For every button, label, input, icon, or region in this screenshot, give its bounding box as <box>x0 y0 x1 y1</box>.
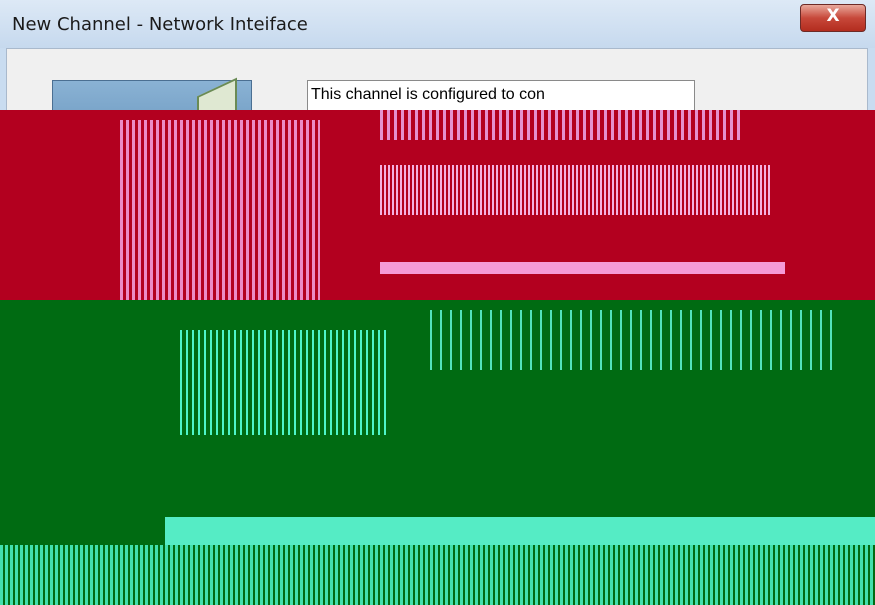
render-corruption-red <box>0 110 875 328</box>
corruption-pixels <box>380 110 740 140</box>
corruption-pixels <box>380 262 785 274</box>
close-button[interactable]: X <box>800 4 866 32</box>
corruption-pixels <box>380 165 770 215</box>
corruption-pixels <box>430 310 840 370</box>
corruption-pixels <box>180 330 390 435</box>
corruption-pixels <box>0 545 875 605</box>
corruption-pixels <box>120 120 320 320</box>
render-corruption-green <box>0 300 875 605</box>
dialog-window: New Channel - Network Inteiface X This c… <box>0 0 875 605</box>
window-title: New Channel - Network Inteiface <box>12 14 308 35</box>
title-bar[interactable]: New Channel - Network Inteiface X <box>0 0 875 48</box>
channel-description-text: This channel is configured to con <box>311 86 545 103</box>
corruption-pixels <box>165 517 875 545</box>
close-icon: X <box>826 6 840 26</box>
